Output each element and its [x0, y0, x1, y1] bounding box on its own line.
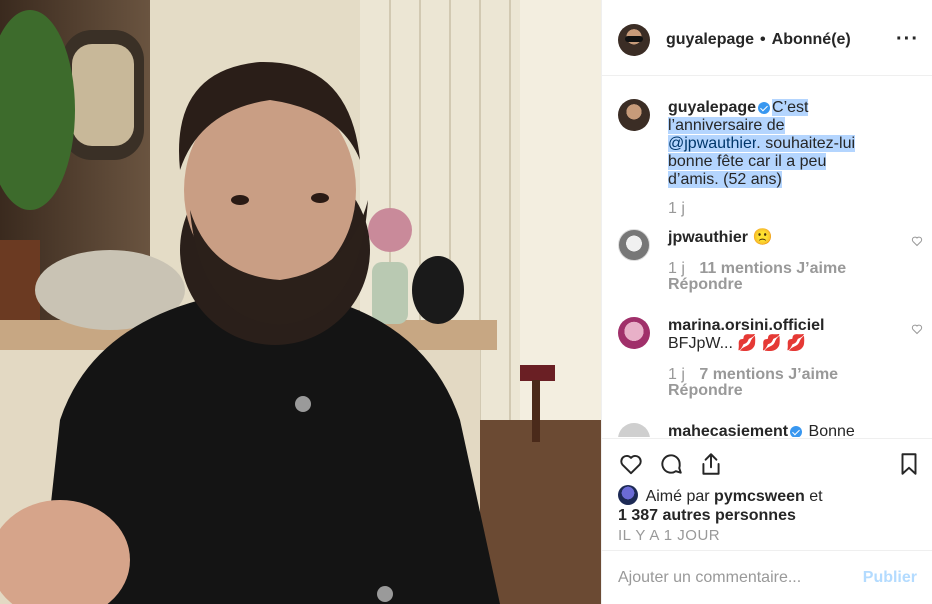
reply-button[interactable]: Répondre: [668, 276, 743, 293]
comment-icon[interactable]: [658, 451, 684, 477]
commenter-avatar[interactable]: [618, 317, 650, 349]
commenter-avatar[interactable]: [618, 229, 650, 261]
liker-username[interactable]: pymcsween: [714, 488, 805, 505]
caption-text-3: . souhaitez-lui: [756, 135, 856, 152]
caption-mention[interactable]: @jpwauthier: [668, 135, 757, 152]
post-header: guyalepage • Abonné(e) ···: [602, 4, 932, 76]
more-icon[interactable]: ···: [896, 28, 919, 51]
comment-time: 1 j: [668, 260, 685, 277]
caption-text-2: l’anniversaire de: [668, 117, 785, 134]
caption-text-5: d’amis. (52 ans): [668, 171, 782, 188]
comments-list[interactable]: guyalepage C’est l’anniversaire de @jpwau…: [602, 77, 932, 437]
post-details-panel: guyalepage • Abonné(e) ··· guyalepage C’e…: [601, 0, 932, 604]
follow-status[interactable]: Abonné(e): [772, 31, 851, 49]
comment-like-heart-icon[interactable]: [911, 235, 923, 247]
post-timestamp[interactable]: IL Y A 1 JOUR: [618, 527, 720, 544]
verified-icon: [758, 101, 771, 114]
liker-avatar[interactable]: [618, 485, 638, 505]
likes-others[interactable]: 1 387 autres personnes: [618, 507, 796, 524]
post-actions: Aimé par pymcsween et 1 387 autres perso…: [602, 438, 932, 548]
commenter-avatar[interactable]: [618, 423, 650, 437]
publish-button[interactable]: Publier: [863, 569, 917, 587]
comment-input[interactable]: [618, 568, 863, 587]
comment-username[interactable]: mahecasiement: [668, 423, 788, 437]
comment-likes[interactable]: 7 mentions J’aime: [699, 366, 838, 383]
verified-icon: [790, 425, 803, 437]
comment-time: 1 j: [668, 366, 685, 383]
comment-username[interactable]: jpwauthier: [668, 229, 748, 246]
comment-body: marina.orsini.officiel BFJpW... 💋 💋 💋 1 …: [668, 317, 918, 399]
comment-likes[interactable]: 11 mentions J’aime: [699, 260, 846, 277]
author-username[interactable]: guyalepage: [666, 31, 754, 49]
author-avatar[interactable]: [618, 23, 650, 56]
caption-time: 1 j: [668, 200, 685, 217]
caption-body: guyalepage C’est l’anniversaire de @jpwau…: [668, 99, 918, 217]
photo-scene: [0, 0, 601, 604]
caption-username[interactable]: guyalepage: [668, 99, 756, 116]
caption-avatar[interactable]: [618, 99, 650, 131]
add-comment-bar: Publier: [602, 550, 932, 604]
comment-text: Bonne: [808, 423, 855, 437]
likes-conj: et: [809, 488, 823, 505]
heart-icon[interactable]: [618, 451, 644, 477]
likes-summary: Aimé par pymcsween et 1 387 autres perso…: [618, 485, 918, 525]
post-photo[interactable]: [0, 0, 601, 604]
comment-text: 🙁: [752, 229, 773, 246]
caption-text-4: bonne fête car il a peu: [668, 153, 827, 170]
header-separator: •: [760, 30, 766, 48]
reply-button[interactable]: Répondre: [668, 382, 743, 399]
comment-body: mahecasiement Bonne: [668, 423, 918, 437]
comment-like-heart-icon[interactable]: [911, 323, 923, 335]
share-icon[interactable]: [698, 451, 724, 477]
bookmark-icon[interactable]: [896, 451, 922, 477]
comment-body: jpwauthier 🙁 1 j 11 mentions J’aime Répo…: [668, 229, 918, 293]
caption-text-1: C’est: [772, 99, 809, 116]
comment-text: BFJpW... 💋 💋 💋: [668, 335, 806, 352]
likes-prefix: Aimé par: [645, 488, 710, 505]
comment-username[interactable]: marina.orsini.officiel: [668, 317, 824, 334]
